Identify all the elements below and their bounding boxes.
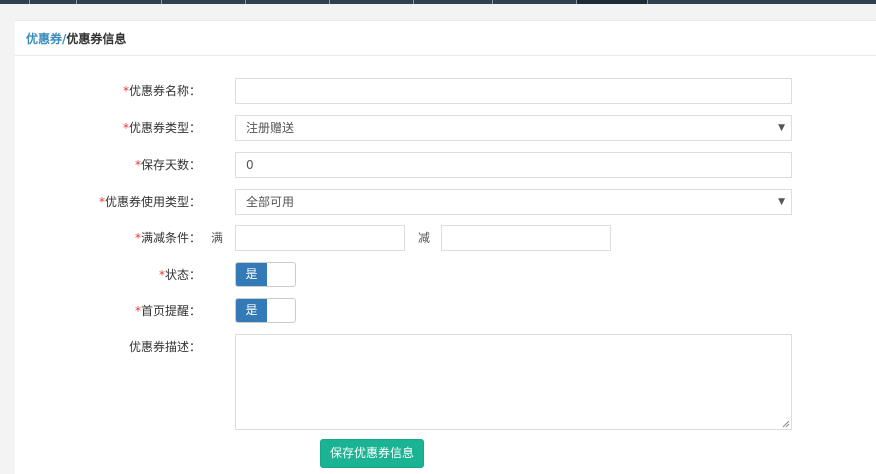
save-coupon-button[interactable]: 保存优惠券信息 <box>320 439 424 468</box>
coupon-name-label: *优惠券名称： <box>122 84 201 98</box>
coupon-name-row: *优惠券名称： <box>15 78 876 104</box>
full-label: 满 <box>211 231 224 245</box>
top-tab[interactable] <box>162 0 246 4</box>
coupon-info-panel: 优惠券/优惠券信息 *优惠券名称： *优惠券类型： 注册赠送 ▼ *保存天数： … <box>15 20 876 474</box>
condition-label: *满减条件： <box>134 231 201 245</box>
status-label: *状态： <box>158 268 201 282</box>
top-tab[interactable] <box>330 0 414 4</box>
description-row: 优惠券描述： <box>15 334 876 430</box>
homepage-remind-toggle[interactable]: 是 <box>235 298 296 323</box>
top-tab[interactable] <box>77 0 162 4</box>
coupon-type-label: *优惠券类型： <box>122 121 201 135</box>
status-row: *状态： 是 <box>15 262 876 288</box>
top-tab[interactable] <box>246 0 330 4</box>
usage-type-selected: 全部可用 <box>246 195 295 209</box>
minus-label: 减 <box>418 231 431 245</box>
top-tab[interactable] <box>493 0 577 4</box>
breadcrumb-current: 优惠券信息 <box>66 32 127 46</box>
coupon-type-row: *优惠券类型： 注册赠送 ▼ <box>15 115 876 141</box>
homepage-remind-row: *首页提醒： 是 <box>15 298 876 324</box>
description-label: 优惠券描述： <box>128 340 201 354</box>
resize-grip-icon[interactable] <box>782 420 790 428</box>
status-toggle[interactable]: 是 <box>235 262 296 287</box>
caret-down-icon: ▼ <box>778 197 785 207</box>
usage-type-label: *优惠券使用类型： <box>98 195 201 209</box>
top-tab[interactable] <box>30 0 77 4</box>
homepage-remind-toggle-on: 是 <box>236 299 267 322</box>
coupon-type-select[interactable]: 注册赠送 ▼ <box>235 115 792 141</box>
keep-days-label: *保存天数： <box>134 158 201 172</box>
usage-type-row: *优惠券使用类型： 全部可用 ▼ <box>15 189 876 215</box>
full-amount-input[interactable] <box>235 225 405 251</box>
top-tab[interactable] <box>0 0 30 4</box>
minus-amount-input[interactable] <box>441 225 611 251</box>
usage-type-select[interactable]: 全部可用 ▼ <box>235 189 792 215</box>
coupon-name-input[interactable] <box>235 78 792 104</box>
breadcrumb: 优惠券/优惠券信息 <box>15 21 876 56</box>
top-tab-strip <box>0 0 876 4</box>
top-tab[interactable] <box>414 0 493 4</box>
description-textarea[interactable] <box>235 334 792 430</box>
breadcrumb-link[interactable]: 优惠券 <box>26 32 62 46</box>
keep-days-row: *保存天数： <box>15 152 876 178</box>
homepage-remind-label: *首页提醒： <box>134 304 201 318</box>
top-tab-active[interactable] <box>577 0 648 4</box>
coupon-type-selected: 注册赠送 <box>246 121 295 135</box>
keep-days-input[interactable] <box>235 152 792 178</box>
status-toggle-on: 是 <box>236 263 267 286</box>
caret-down-icon: ▼ <box>778 123 785 133</box>
condition-row: *满减条件： 满 减 <box>15 225 876 251</box>
